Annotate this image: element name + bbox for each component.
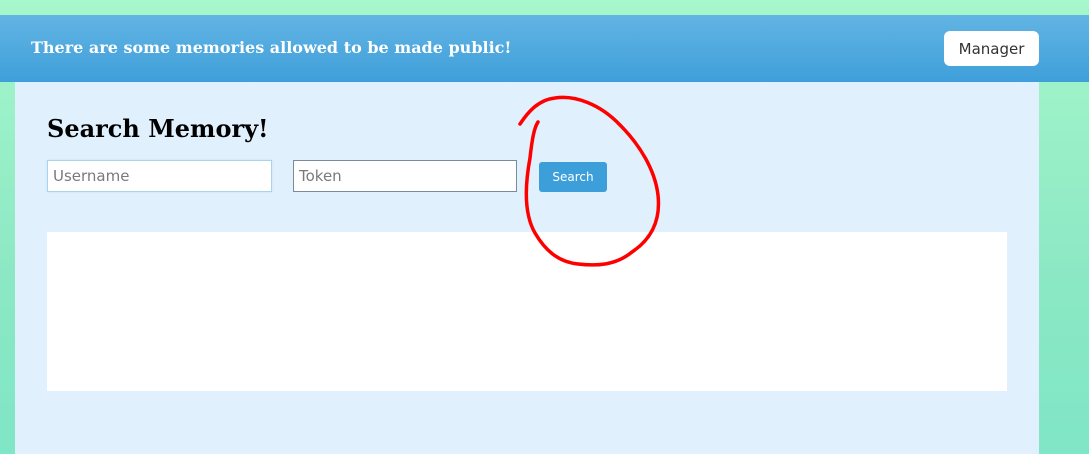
- search-panel: Search Memory! Search: [15, 82, 1039, 454]
- search-button[interactable]: Search: [539, 162, 607, 192]
- manager-button[interactable]: Manager: [944, 31, 1039, 66]
- username-input[interactable]: [47, 160, 272, 192]
- results-area: [47, 232, 1007, 391]
- page-title: Search Memory!: [47, 114, 269, 143]
- banner-message: There are some memories allowed to be ma…: [31, 38, 512, 57]
- token-input[interactable]: [293, 160, 517, 192]
- top-banner: There are some memories allowed to be ma…: [0, 15, 1089, 82]
